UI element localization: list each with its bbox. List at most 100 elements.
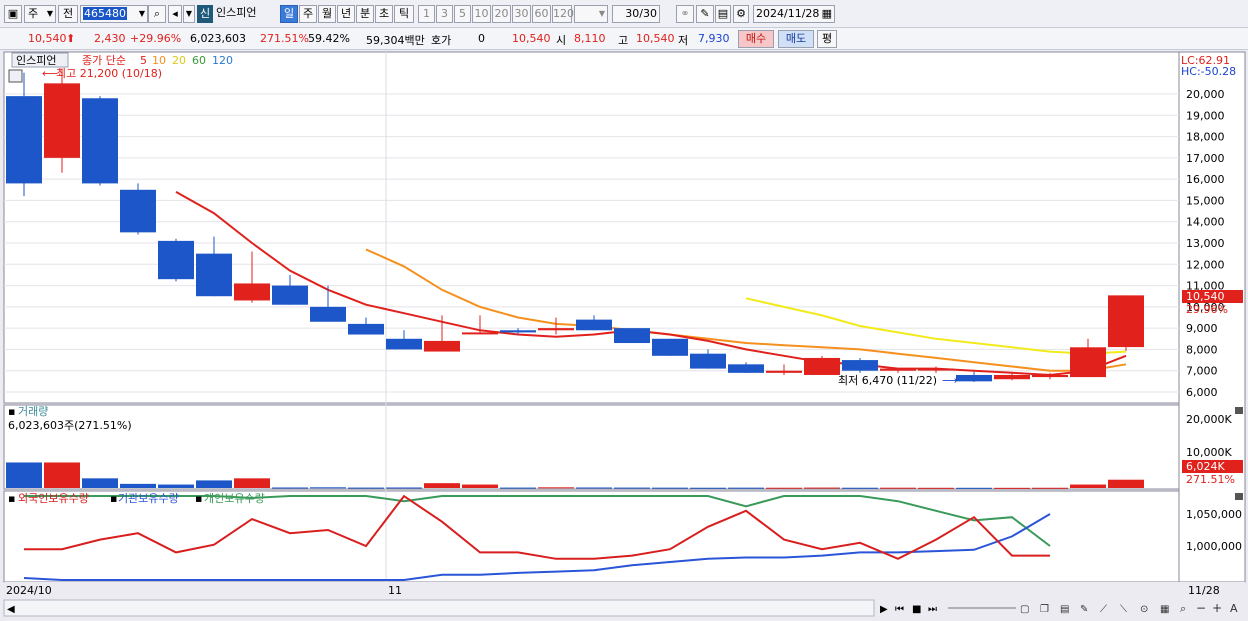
buy-button[interactable]: 매수 xyxy=(738,30,774,48)
candle-body[interactable] xyxy=(842,360,878,371)
volume-bar[interactable] xyxy=(994,487,1030,489)
candle-body[interactable] xyxy=(120,189,156,233)
zoom-search-icon[interactable]: ⌕ xyxy=(1180,602,1186,615)
interval-custom-select[interactable]: ▼ xyxy=(574,5,608,23)
candle-body[interactable] xyxy=(386,338,422,350)
candle-body[interactable] xyxy=(728,364,764,373)
tab-month[interactable]: 월 xyxy=(318,5,336,23)
holdings-panel[interactable] xyxy=(3,490,1180,583)
volume-bar[interactable] xyxy=(1070,484,1106,488)
interval-20[interactable]: 20 xyxy=(492,5,511,23)
holdings-close-icon[interactable] xyxy=(1235,493,1243,500)
scroll-right-icon[interactable]: ▶ xyxy=(880,604,888,615)
draw-tool-icon[interactable]: ✎ xyxy=(696,5,714,23)
scroll-left-icon[interactable]: ◀ xyxy=(7,604,15,615)
volume-bar[interactable] xyxy=(690,487,726,489)
volume-bar[interactable] xyxy=(880,487,916,489)
candle-body[interactable] xyxy=(310,306,346,322)
last-page-icon[interactable]: ⏭ xyxy=(928,604,937,615)
volume-bar[interactable] xyxy=(1108,479,1144,488)
volume-bar[interactable] xyxy=(766,487,802,489)
volume-bar[interactable] xyxy=(918,487,954,489)
count-input[interactable]: 30/30 xyxy=(612,5,660,23)
interval-3[interactable]: 3 xyxy=(436,5,453,23)
volume-bar[interactable] xyxy=(272,487,308,489)
tool-box-icon[interactable]: ▢ xyxy=(1020,604,1029,615)
candle-body[interactable] xyxy=(576,319,612,331)
volume-bar[interactable] xyxy=(196,480,232,488)
volume-bar[interactable] xyxy=(728,487,764,489)
volume-bar[interactable] xyxy=(6,462,42,488)
candle-body[interactable] xyxy=(424,340,460,352)
volume-bar[interactable] xyxy=(842,487,878,489)
volume-bar[interactable] xyxy=(234,478,270,488)
chevron-down-icon[interactable]: ▼ xyxy=(139,6,145,22)
search-icon[interactable]: ⌕ xyxy=(148,5,166,23)
candle-body[interactable] xyxy=(196,253,232,297)
candle-body[interactable] xyxy=(690,353,726,369)
candle-body[interactable] xyxy=(918,368,954,371)
volume-bar[interactable] xyxy=(348,487,384,489)
horizontal-scrollbar[interactable] xyxy=(3,599,875,617)
tab-year[interactable]: 년 xyxy=(337,5,355,23)
candle-body[interactable] xyxy=(956,374,992,382)
volume-bar[interactable] xyxy=(462,484,498,488)
candle-body[interactable] xyxy=(158,240,194,280)
tab-week[interactable]: 주 xyxy=(299,5,317,23)
candle-body[interactable] xyxy=(348,323,384,335)
candle-body[interactable] xyxy=(1108,295,1144,348)
candle-body[interactable] xyxy=(272,285,308,305)
code-input[interactable]: 465480 ▼ xyxy=(80,5,148,23)
candle-body[interactable] xyxy=(766,370,802,373)
tool-grid-icon[interactable]: ▦ xyxy=(1160,604,1169,615)
stop-icon[interactable]: ■ xyxy=(912,604,921,615)
link-icon[interactable]: ⚭ xyxy=(676,5,694,23)
calendar-icon[interactable]: ▦ xyxy=(822,6,832,22)
candle-body[interactable] xyxy=(1032,374,1068,378)
table-icon[interactable] xyxy=(8,69,23,83)
tab-minute[interactable]: 분 xyxy=(356,5,374,23)
volume-bar[interactable] xyxy=(576,487,612,489)
tool-draw-icon[interactable]: ✎ xyxy=(1080,604,1088,615)
tool-trend-icon[interactable]: ⟍ xyxy=(1120,604,1127,615)
volume-bar[interactable] xyxy=(956,487,992,489)
candle-body[interactable] xyxy=(538,328,574,331)
period-select[interactable]: 주 ▼ xyxy=(24,5,56,23)
volume-panel[interactable] xyxy=(3,404,1180,490)
candle-body[interactable] xyxy=(500,330,536,333)
volume-bar[interactable] xyxy=(500,487,536,489)
tool-copy-icon[interactable]: ❐ xyxy=(1040,604,1049,615)
candle-body[interactable] xyxy=(1070,347,1106,378)
eval-button[interactable]: 평 xyxy=(817,30,837,48)
tool-split-icon[interactable]: ▤ xyxy=(1060,604,1069,615)
candle-body[interactable] xyxy=(652,338,688,356)
candle-body[interactable] xyxy=(234,283,270,301)
volume-bar[interactable] xyxy=(44,462,80,488)
volume-bar[interactable] xyxy=(82,478,118,488)
tab-second[interactable]: 초 xyxy=(375,5,393,23)
volume-bar[interactable] xyxy=(614,487,650,489)
volume-close-icon[interactable] xyxy=(1235,407,1243,414)
candle-body[interactable] xyxy=(804,357,840,375)
interval-1[interactable]: 1 xyxy=(418,5,435,23)
price-panel[interactable] xyxy=(3,51,1180,404)
interval-10[interactable]: 10 xyxy=(472,5,491,23)
candle-body[interactable] xyxy=(462,332,498,335)
candle-body[interactable] xyxy=(44,83,80,158)
volume-bar[interactable] xyxy=(158,484,194,488)
tab-day[interactable]: 일 xyxy=(280,5,298,23)
volume-bar[interactable] xyxy=(1032,487,1068,489)
volume-bar[interactable] xyxy=(310,487,346,489)
chevron-down-icon[interactable]: ▼ xyxy=(183,5,195,23)
candle-body[interactable] xyxy=(994,374,1030,380)
interval-5[interactable]: 5 xyxy=(454,5,471,23)
volume-bar[interactable] xyxy=(538,487,574,489)
date-input[interactable]: 2024/11/28 ▦ xyxy=(753,5,835,23)
volume-bar[interactable] xyxy=(386,487,422,489)
zoom-in-icon[interactable]: + xyxy=(1212,601,1222,615)
volume-bar[interactable] xyxy=(424,483,460,488)
interval-30[interactable]: 30 xyxy=(512,5,531,23)
candle-body[interactable] xyxy=(6,96,42,184)
zoom-out-icon[interactable]: − xyxy=(1196,601,1206,615)
volume-bar[interactable] xyxy=(120,483,156,488)
